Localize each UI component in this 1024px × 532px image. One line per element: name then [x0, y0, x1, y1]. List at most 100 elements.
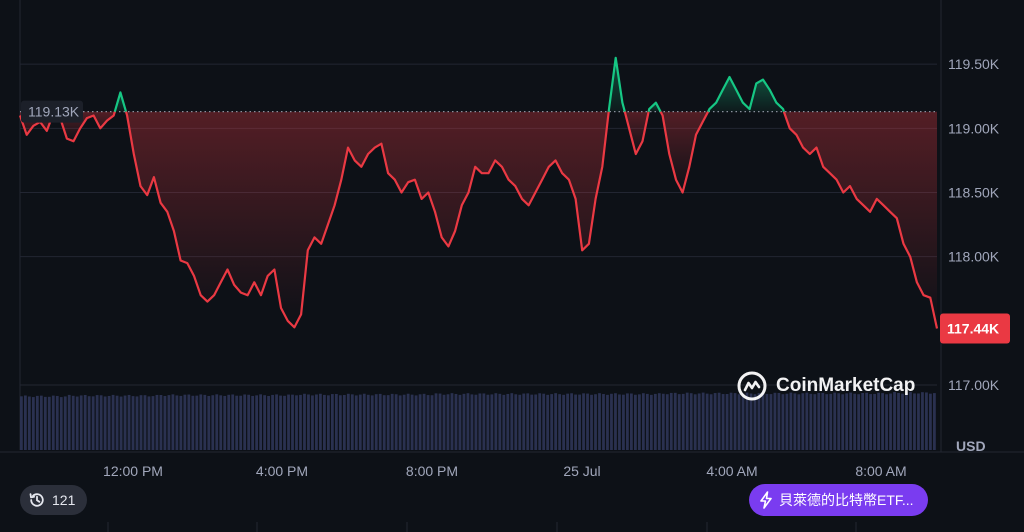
- volume-bar: [394, 394, 398, 450]
- volume-bar: [231, 394, 235, 450]
- volume-bar: [637, 394, 641, 450]
- volume-bar: [677, 394, 681, 450]
- volume-bar: [554, 393, 558, 450]
- volume-bar: [155, 394, 159, 450]
- volume-bar: [717, 392, 721, 450]
- volume-bar: [430, 395, 434, 450]
- last-price-tag: 117.44K: [940, 313, 1010, 344]
- x-tick-label: 8:00 AM: [855, 463, 906, 479]
- volume-bar: [323, 394, 326, 450]
- volume-bar: [283, 395, 286, 450]
- volume-bar: [291, 394, 294, 450]
- volume-bar: [689, 393, 693, 450]
- volume-bar: [215, 394, 219, 450]
- volume-bar: [869, 394, 873, 450]
- volume-bar: [785, 393, 789, 450]
- news-ticker-button[interactable]: 貝萊德的比特幣ETF...: [749, 484, 928, 516]
- volume-bar: [681, 393, 685, 450]
- volume-bar: [917, 393, 920, 450]
- volume-bar: [315, 394, 318, 450]
- volume-bar: [486, 394, 490, 450]
- history-button[interactable]: 121: [20, 485, 88, 515]
- y-tick-label: 119.50K: [948, 56, 1000, 72]
- volume-bar: [925, 392, 928, 450]
- volume-bar: [857, 394, 861, 450]
- volume-bar: [83, 394, 87, 450]
- price-chart[interactable]: 119.50K 119.00K 118.50K 118.00K 117.00K 12:0…: [0, 0, 1024, 532]
- volume-bar: [701, 392, 705, 450]
- volume-bar: [119, 396, 123, 450]
- volume-bar: [781, 394, 785, 450]
- volume-bar: [159, 394, 163, 450]
- volume-bar: [163, 395, 167, 450]
- volume-bar: [211, 395, 215, 450]
- volume-bar: [725, 393, 729, 450]
- volume-bar: [853, 393, 857, 450]
- volume-bar: [179, 395, 183, 450]
- volume-bar: [299, 394, 302, 450]
- volume-bar: [645, 393, 649, 450]
- volume-bar: [921, 392, 924, 450]
- volume-bar: [362, 393, 366, 450]
- volume-bar: [685, 392, 689, 450]
- volume-bar: [203, 394, 207, 450]
- history-count: 121: [52, 492, 76, 508]
- volume-bar: [602, 394, 605, 450]
- x-tick-label: 8:00 PM: [406, 463, 458, 479]
- volume-bar: [366, 394, 370, 450]
- volume-bar: [346, 393, 350, 450]
- volume-bar: [693, 394, 697, 450]
- currency-unit-label: USD: [956, 438, 986, 454]
- volume-bar: [31, 397, 35, 450]
- volume-bar: [434, 393, 438, 450]
- volume-bar: [171, 394, 175, 450]
- volume-bar: [127, 394, 131, 450]
- y-tick-label: 118.00K: [948, 249, 1000, 265]
- volume-bar: [279, 395, 282, 450]
- volume-bar: [167, 395, 171, 450]
- volume-bar: [933, 393, 936, 450]
- area-below-reference: [126, 111, 609, 328]
- volume-bar: [622, 394, 625, 450]
- volume-bar: [107, 395, 111, 450]
- volume-bar: [374, 394, 378, 450]
- volume-bar: [633, 394, 637, 450]
- volume-bar: [330, 394, 334, 450]
- volume-bar: [598, 393, 601, 450]
- volume-bar: [442, 394, 446, 450]
- volume-bar: [410, 394, 414, 450]
- volume-bar: [610, 393, 613, 450]
- volume-bar: [295, 395, 298, 450]
- volume-bar: [414, 395, 418, 450]
- last-price-label: 117.44K: [947, 321, 999, 337]
- reference-label: 119.13K: [21, 100, 83, 123]
- volume-bar: [382, 395, 386, 450]
- volume-bar: [370, 395, 374, 450]
- volume-bar: [91, 396, 95, 450]
- volume-bar: [450, 393, 454, 450]
- watermark: CoinMarketCap: [736, 370, 915, 402]
- y-tick-label: 117.00K: [948, 377, 1000, 393]
- volume-bar: [729, 392, 733, 450]
- volume-bar: [753, 394, 757, 450]
- volume-bar: [825, 394, 829, 450]
- volume-bar: [123, 395, 127, 450]
- volume-bar: [673, 392, 677, 450]
- volume-bar: [239, 395, 243, 450]
- volume-bar: [721, 394, 725, 450]
- volume-bar: [303, 393, 306, 450]
- volume-bar: [386, 395, 390, 450]
- volume-bar: [641, 393, 645, 450]
- volume-bar: [446, 394, 450, 450]
- volume-bar: [71, 395, 75, 450]
- x-tick-label: 4:00 AM: [706, 463, 757, 479]
- volume-bar: [255, 395, 259, 450]
- volume-bar: [558, 394, 562, 450]
- price-line: [18, 56, 939, 329]
- volume-bar: [626, 393, 629, 450]
- volume-bar: [342, 395, 346, 450]
- volume-bar: [35, 395, 39, 450]
- lightning-icon: [760, 491, 772, 509]
- volume-bar: [514, 394, 518, 450]
- volume-bar: [454, 393, 458, 450]
